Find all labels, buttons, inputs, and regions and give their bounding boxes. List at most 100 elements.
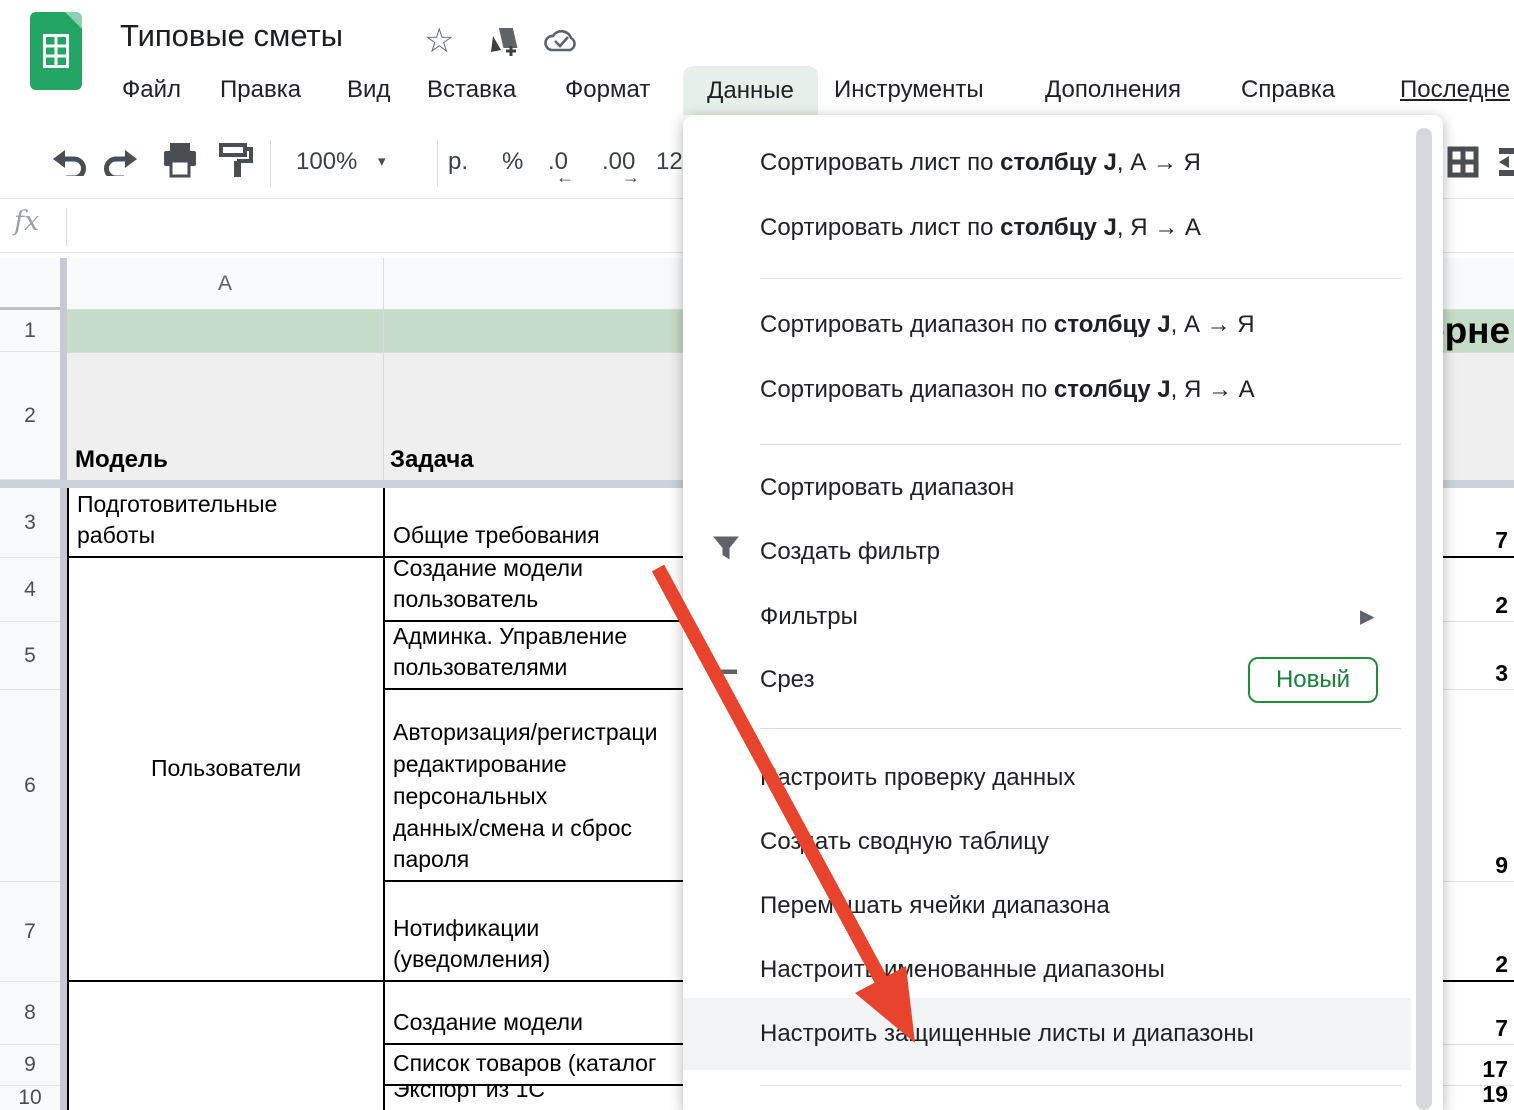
last-edit-link[interactable]: Последне: [1400, 76, 1510, 104]
menu-item-text: Сортировать диапазон по: [760, 376, 1054, 403]
cell-b6[interactable]: Авторизация/регистраци редактирование пе…: [383, 690, 717, 882]
row-header-3[interactable]: 3: [0, 488, 60, 558]
menu-item-text: , Я → А: [1117, 214, 1201, 241]
cell-j8[interactable]: 7: [1443, 982, 1514, 1045]
menu-item-text: Сортировать диапазон по: [760, 311, 1054, 338]
paint-format-button[interactable]: [218, 142, 254, 185]
column-header-a[interactable]: A: [67, 258, 383, 310]
star-icon[interactable]: ☆: [424, 24, 454, 58]
menu-item-randomize-range[interactable]: Перемешать ячейки диапазона: [683, 874, 1411, 938]
gridline: [383, 310, 384, 480]
menu-item-text: , Я → А: [1171, 376, 1255, 403]
menu-tools[interactable]: Инструменты: [834, 76, 984, 104]
menu-item-text: , А → Я: [1171, 311, 1255, 338]
cell-a2[interactable]: Модель: [75, 446, 168, 474]
menu-item-sort-range-za[interactable]: Сортировать диапазон по столбцу J, Я → А: [683, 358, 1411, 422]
menu-divider: [760, 728, 1401, 729]
cell-j9[interactable]: 17: [1443, 1045, 1514, 1086]
data-menu-panel: Сортировать лист по столбцу J, А → Я Сор…: [683, 115, 1443, 1110]
zoom-caret-icon: ▾: [378, 152, 386, 170]
menu-item-data-validation[interactable]: Настроить проверку данных: [683, 746, 1411, 810]
cell-a4-merged[interactable]: Пользователи: [67, 558, 383, 982]
percent-format-button[interactable]: %: [502, 148, 523, 176]
cloud-saved-icon[interactable]: [543, 26, 579, 59]
row-header-4[interactable]: 4: [0, 558, 60, 622]
currency-format-button[interactable]: р.: [448, 148, 468, 176]
cell-b7[interactable]: Нотификации (уведомления): [383, 882, 717, 982]
menu-item-filters[interactable]: Фильтры ▶: [683, 585, 1411, 649]
cell-j7[interactable]: 2: [1443, 882, 1514, 982]
menu-item-text: Срез: [760, 666, 815, 694]
new-badge: Новый: [1248, 657, 1378, 703]
borders-button[interactable]: [1447, 146, 1479, 183]
decrease-decimals-arrow-icon: ←: [556, 167, 574, 188]
document-title[interactable]: Типовые сметы: [120, 18, 343, 54]
sheets-logo-grid: [43, 34, 69, 68]
menu-item-create-filter[interactable]: Создать фильтр: [683, 520, 1411, 584]
cell-j6[interactable]: 9: [1443, 690, 1514, 882]
row-header-5[interactable]: 5: [0, 622, 60, 690]
menu-item-text-bold: столбцу J: [1054, 311, 1171, 338]
cell-j10[interactable]: 19: [1443, 1086, 1514, 1110]
menu-item-text-bold: столбцу J: [1054, 376, 1171, 403]
cell-b5[interactable]: Админка. Управление пользователями: [383, 622, 717, 690]
redo-button[interactable]: [102, 148, 140, 181]
row-header-2[interactable]: 2: [0, 352, 60, 480]
cell-a3[interactable]: Подготовительные работы: [67, 488, 383, 558]
menu-item-text: Фильтры: [760, 603, 858, 631]
row-header-1[interactable]: 1: [0, 310, 60, 352]
menu-insert[interactable]: Вставка: [427, 76, 516, 104]
cell-b9[interactable]: Список товаров (каталог: [383, 1045, 717, 1086]
cell-j5[interactable]: 3: [1443, 622, 1514, 690]
menu-divider: [760, 444, 1401, 445]
menu-format[interactable]: Формат: [565, 76, 650, 104]
menu-data-active[interactable]: Данные: [683, 66, 818, 115]
menu-view[interactable]: Вид: [347, 76, 390, 104]
menu-item-sort-range[interactable]: Сортировать диапазон: [683, 456, 1411, 520]
google-sheets-window: Типовые сметы ☆ Файл Правка Вид Вставка …: [0, 0, 1514, 1110]
menu-item-pivot-table[interactable]: Создать сводную таблицу: [683, 810, 1411, 874]
more-formats-button[interactable]: 12: [656, 148, 683, 176]
menu-divider: [760, 1085, 1401, 1086]
row-header-10[interactable]: 10: [0, 1086, 60, 1110]
menu-edit[interactable]: Правка: [220, 76, 301, 104]
zoom-control[interactable]: 100%: [296, 148, 357, 176]
move-to-drive-icon[interactable]: [487, 26, 521, 63]
frozen-column-bar[interactable]: [60, 258, 67, 1110]
cell-j4[interactable]: 2: [1443, 558, 1514, 622]
menu-item-slicer[interactable]: Срез Новый: [683, 648, 1411, 712]
menu-file[interactable]: Файл: [122, 76, 181, 104]
menu-addons[interactable]: Дополнения: [1045, 76, 1181, 104]
menu-item-text-bold: столбцу J: [1000, 214, 1117, 241]
menu-item-sort-sheet-za[interactable]: Сортировать лист по столбцу J, Я → А: [683, 196, 1411, 260]
row-header-6[interactable]: 6: [0, 690, 60, 882]
merge-cells-button[interactable]: [1497, 146, 1514, 183]
sheets-logo-icon[interactable]: [30, 12, 82, 90]
select-all-corner[interactable]: [0, 258, 60, 310]
menu-item-text: , А → Я: [1117, 149, 1201, 176]
submenu-arrow-icon: ▶: [1360, 606, 1375, 629]
cell-a8-merged[interactable]: [67, 982, 383, 1110]
cell-j3[interactable]: 7: [1443, 488, 1514, 558]
increase-decimals-arrow-icon: →: [622, 167, 640, 188]
toolbar-divider: [437, 140, 438, 186]
print-button[interactable]: [162, 142, 198, 185]
row-header-8[interactable]: 8: [0, 982, 60, 1045]
menu-item-text: Создать фильтр: [760, 538, 940, 566]
cell-b3[interactable]: Общие требования: [383, 488, 717, 558]
undo-button[interactable]: [50, 148, 88, 181]
cell-b8[interactable]: Создание модели: [383, 982, 717, 1045]
cell-b2[interactable]: Задача: [390, 446, 474, 474]
menu-scrollbar-thumb[interactable]: [1416, 128, 1432, 1110]
menu-item-sort-range-az[interactable]: Сортировать диапазон по столбцу J, А → Я: [683, 293, 1411, 357]
menu-item-text: Сортировать лист по: [760, 149, 1000, 176]
cell-b10[interactable]: Экспорт из 1С: [383, 1086, 717, 1110]
menu-item-sort-sheet-az[interactable]: Сортировать лист по столбцу J, А → Я: [683, 131, 1411, 195]
menu-item-protected-sheets-ranges[interactable]: Настроить защищенные листы и диапазоны: [683, 998, 1411, 1070]
menu-item-named-ranges[interactable]: Настроить именованные диапазоны: [683, 938, 1411, 1002]
cell-b4[interactable]: Создание модели пользователь: [383, 558, 717, 622]
row-header-7[interactable]: 7: [0, 882, 60, 982]
row-header-9[interactable]: 9: [0, 1045, 60, 1086]
menu-item-text-bold: столбцу J: [1000, 149, 1117, 176]
menu-help[interactable]: Справка: [1241, 76, 1335, 104]
